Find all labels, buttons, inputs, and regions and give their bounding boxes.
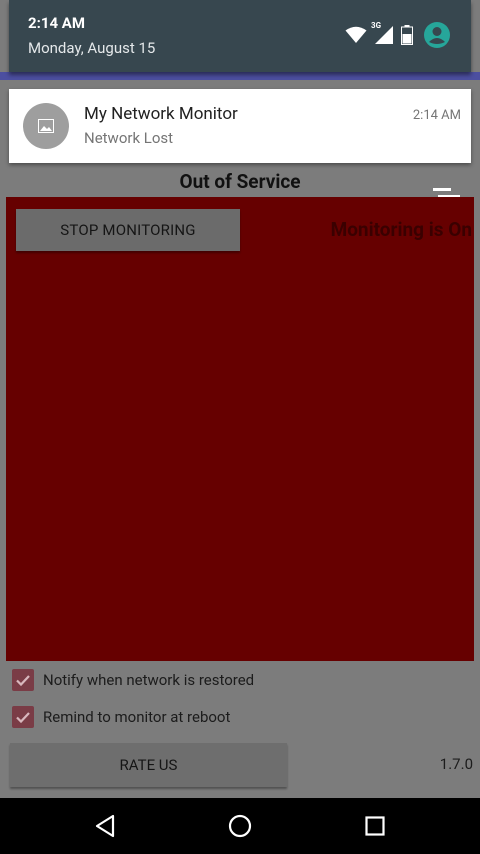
notification-shade-header: 2:14 AM Monday, August 15 3G: [9, 0, 471, 72]
status-panel: [6, 197, 474, 661]
shade-time: 2:14 AM: [28, 14, 85, 32]
recents-icon[interactable]: [361, 812, 389, 840]
status-icons: 3G: [345, 21, 451, 49]
notify-restored-label: Notify when network is restored: [43, 671, 255, 689]
notification-message: Network Lost: [84, 129, 174, 147]
home-icon[interactable]: [226, 812, 254, 840]
rate-us-button[interactable]: RATE US: [10, 743, 287, 787]
shade-date[interactable]: Monday, August 15: [28, 39, 155, 57]
remind-reboot-option[interactable]: Remind to monitor at reboot: [12, 704, 230, 730]
stop-monitoring-button[interactable]: STOP MONITORING: [16, 209, 240, 251]
app-title: Out of Service: [179, 170, 301, 193]
cellular-signal-icon: 3G: [371, 21, 395, 45]
user-avatar-icon[interactable]: [423, 21, 451, 49]
battery-icon: [401, 25, 413, 45]
back-icon[interactable]: [91, 812, 119, 840]
notify-restored-option[interactable]: Notify when network is restored: [12, 667, 254, 693]
checkbox-checked-icon[interactable]: [12, 669, 34, 691]
notification-title: My Network Monitor: [84, 104, 238, 124]
notification-time: 2:14 AM: [412, 108, 461, 123]
network-notification[interactable]: My Network Monitor Network Lost 2:14 AM: [9, 89, 471, 163]
version-label: 1.7.0: [439, 755, 473, 773]
wifi-icon: [345, 26, 367, 43]
checkbox-checked-icon[interactable]: [12, 706, 34, 728]
monitoring-status-label: Monitoring is On: [330, 218, 472, 241]
remind-reboot-label: Remind to monitor at reboot: [43, 708, 231, 726]
shade-divider: [0, 72, 480, 80]
image-placeholder-icon: [23, 103, 69, 149]
navigation-bar: [0, 798, 480, 854]
